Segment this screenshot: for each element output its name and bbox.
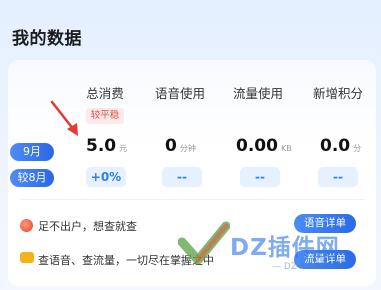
- data-usage-change: --: [240, 167, 280, 187]
- col-new-points: 新增积分: [312, 86, 363, 101]
- total-spend-change: +0%: [86, 167, 126, 187]
- col-voice-usage: 语音使用: [154, 86, 205, 101]
- tip-data: 查语音、查流量，一切尽在掌握之中: [38, 254, 214, 267]
- new-points-change: --: [318, 167, 358, 187]
- divider: [20, 199, 365, 200]
- col-data-usage: 流量使用: [232, 86, 283, 101]
- watermark-text: DZ插件网: [230, 235, 340, 261]
- new-points-value: 0.0 分: [320, 136, 362, 156]
- watermark-subtext: — DZ-X.NET —: [272, 262, 339, 272]
- data-usage-value: 0.00 KB: [236, 136, 292, 156]
- voice-usage-value: 0 分钟: [165, 136, 196, 156]
- month-label[interactable]: 9月: [10, 143, 54, 161]
- tip-voice: 足不出户，想查就查: [38, 220, 137, 233]
- annotation-arrow-icon: [50, 100, 78, 136]
- total-spend-value: 5.0 元: [86, 136, 128, 156]
- wallet-icon: [20, 252, 34, 263]
- heart-icon: [20, 219, 33, 232]
- page-title: 我的数据: [12, 29, 82, 49]
- status-badge: 较平稳: [86, 108, 124, 124]
- compare-month-label[interactable]: 较8月: [10, 169, 54, 187]
- voice-usage-change: --: [162, 167, 202, 187]
